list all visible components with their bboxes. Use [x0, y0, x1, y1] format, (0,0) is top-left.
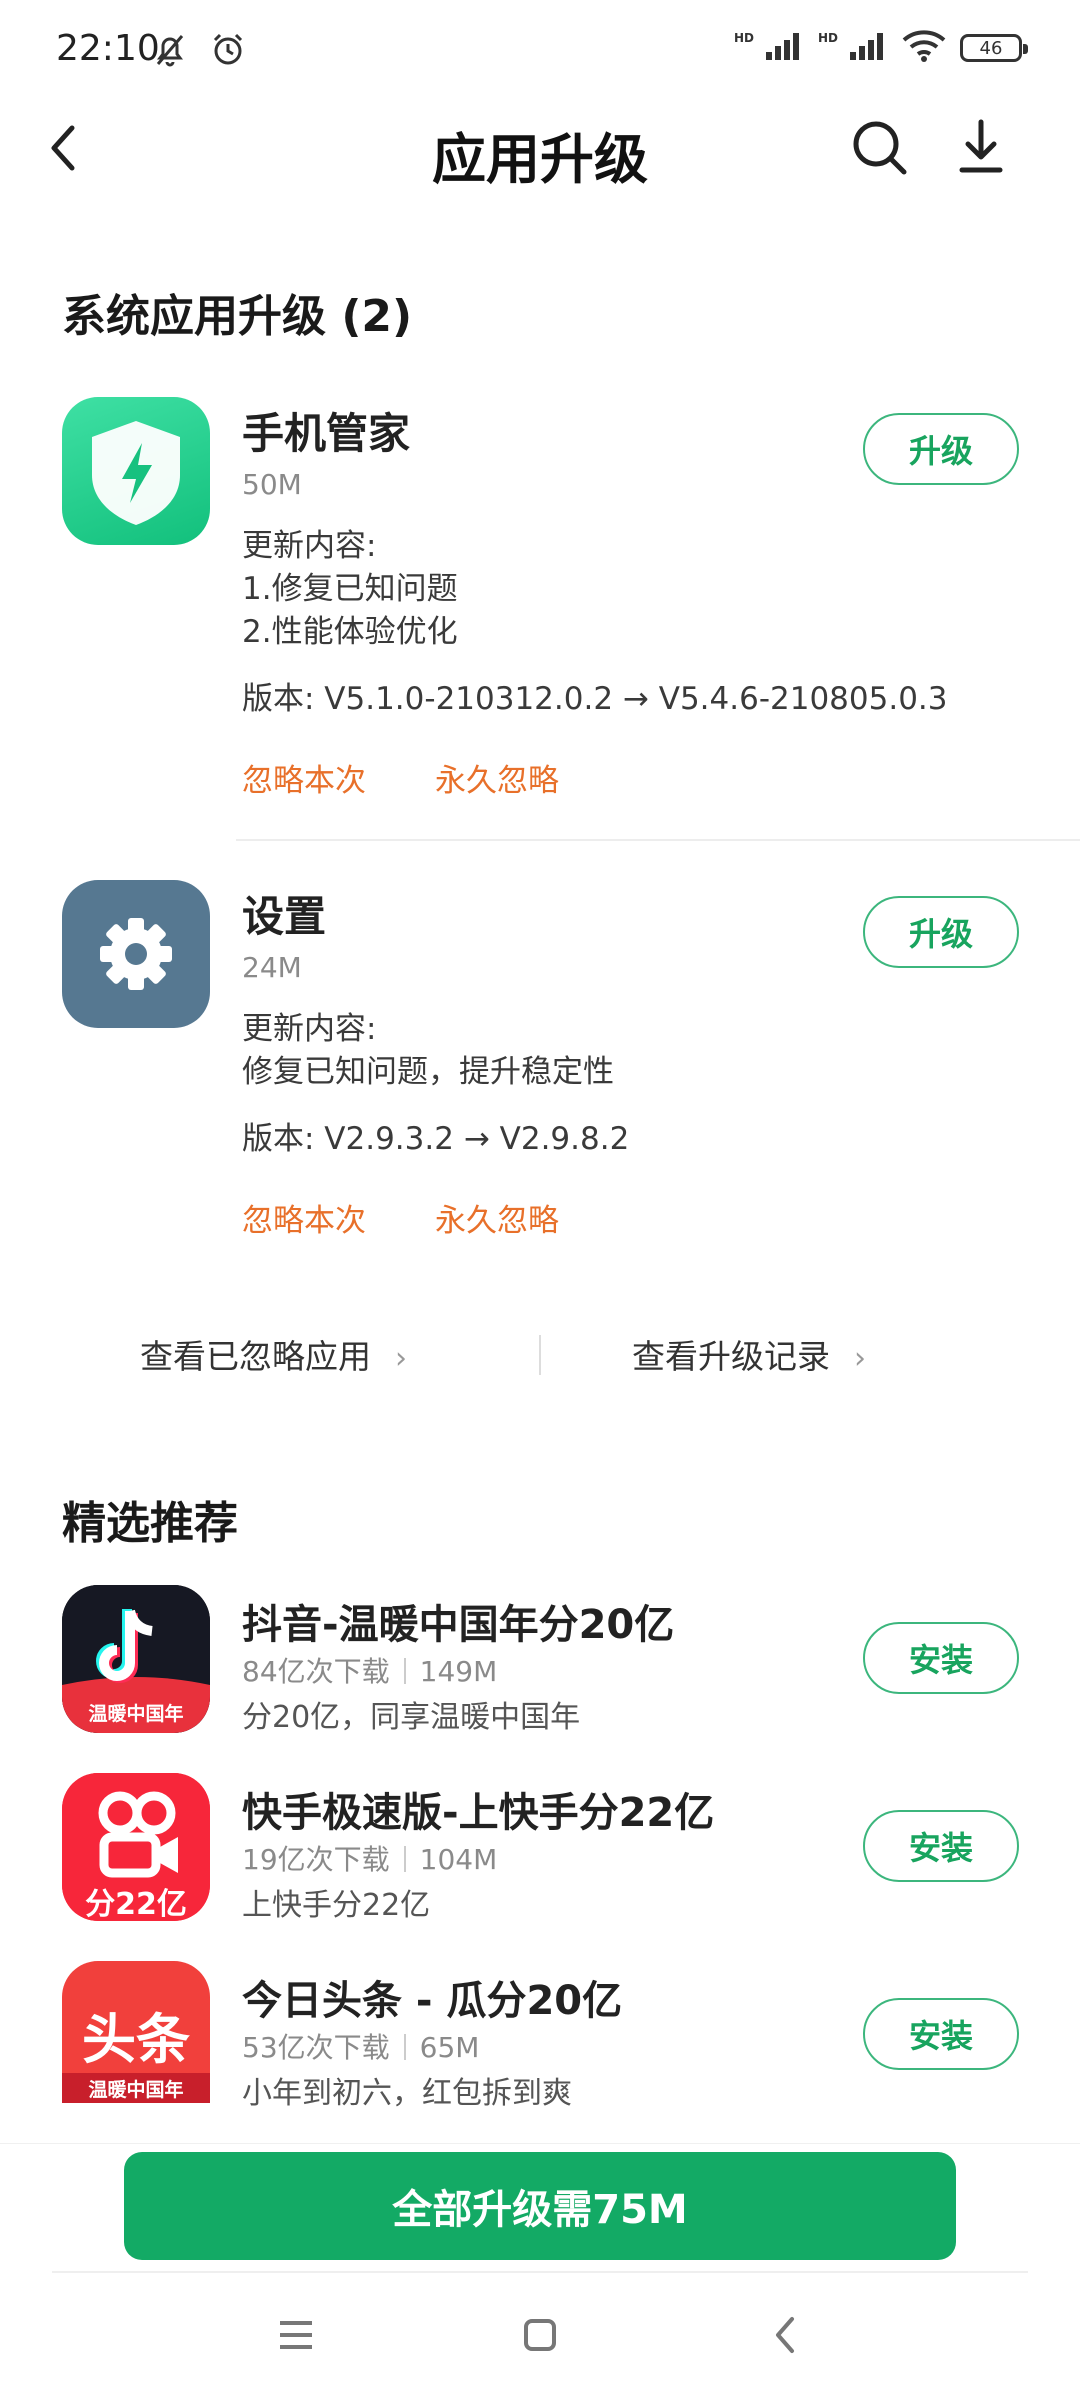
hd-tag-1: HD [733, 31, 754, 45]
changelog: 更新内容: 修复已知问题，提升稳定性 [242, 1008, 614, 1094]
version-info: 版本: V2.9.3.2 → V2.9.8.2 [242, 1121, 630, 1157]
ignore-forever-link[interactable]: 永久忽略 [435, 1195, 559, 1240]
icon-caption: 温暖中国年 [88, 1703, 184, 1725]
icon-caption: 分22亿 [85, 1887, 187, 1921]
home-button[interactable] [510, 2305, 570, 2365]
view-ignored-apps-link[interactable]: 查看已忽略应用 › [140, 1330, 407, 1378]
install-button[interactable]: 安装 [863, 1622, 1019, 1694]
rec-app-meta: 53亿次下载 65M [242, 2026, 479, 2066]
recents-button[interactable] [266, 2305, 326, 2365]
app-name: 设置 [242, 892, 327, 941]
version-info: 版本: V5.1.0-210312.0.2 → V5.4.6-210805.0.… [242, 681, 948, 717]
chevron-right-icon: › [395, 1341, 407, 1376]
changelog-line: 修复已知问题，提升稳定性 [242, 1054, 614, 1090]
page-title: 应用升级 [432, 128, 648, 191]
recommend-section-title: 精选推荐 [62, 1498, 238, 1549]
download-manager-button[interactable] [950, 116, 1012, 178]
back-arrow-icon [776, 2317, 794, 2353]
app-name: 手机管家 [242, 409, 411, 458]
hd-tag-2: HD [817, 31, 838, 45]
rec-app-desc: 分20亿，同享温暖中国年 [242, 1700, 581, 1735]
search-icon [853, 121, 907, 175]
app-size: 104M [419, 1843, 498, 1876]
install-button[interactable]: 安装 [863, 1998, 1019, 2070]
menu-icon [280, 2321, 312, 2349]
rec-app-name: 今日头条 - 瓜分20亿 [242, 1978, 623, 2024]
app-icon-security [62, 397, 210, 545]
battery-icon: 46 [960, 34, 1028, 62]
signal-icon-1 [764, 30, 804, 66]
view-upgrade-history-link[interactable]: 查看升级记录 › [632, 1330, 866, 1378]
app-icon-settings [62, 880, 210, 1028]
wifi-icon [902, 30, 946, 66]
changelog-title: 更新内容: [242, 1011, 377, 1047]
view-upgrade-history-label: 查看升级记录 [632, 1337, 830, 1376]
system-section-title: 系统应用升级 (2) [62, 291, 413, 342]
app-icon-kuaishou: 分22亿 [62, 1773, 210, 1921]
download-count: 19亿次下载 [242, 1843, 390, 1876]
rec-app-meta: 19亿次下载 104M [242, 1838, 497, 1878]
icon-caption: 温暖中国年 [88, 2079, 184, 2101]
search-button[interactable] [848, 116, 910, 178]
mute-bell-icon [150, 30, 190, 74]
ignore-forever-link[interactable]: 永久忽略 [435, 755, 559, 800]
upgrade-button[interactable]: 升级 [863, 896, 1019, 968]
install-button[interactable]: 安装 [863, 1810, 1019, 1882]
changelog: 更新内容: 1.修复已知问题 2.性能体验优化 [242, 525, 458, 654]
app-icon-douyin: 温暖中国年 [62, 1585, 210, 1733]
icon-text: 头条 [82, 2008, 190, 2071]
changelog-title: 更新内容: [242, 528, 377, 564]
changelog-line: 2.性能体验优化 [242, 614, 458, 650]
app-icon-toutiao: 头条 温暖中国年 [62, 1961, 210, 2103]
status-bar: 22:10 HD HD 46 [0, 0, 1080, 100]
download-count: 53亿次下载 [242, 2031, 390, 2064]
view-ignored-apps-label: 查看已忽略应用 [140, 1337, 371, 1376]
status-time: 22:10 [56, 28, 160, 69]
divider [236, 839, 1080, 841]
rec-app-desc: 上快手分22亿 [242, 1888, 431, 1923]
app-size: 149M [419, 1655, 498, 1688]
rec-app-name: 快手极速版-上快手分22亿 [242, 1790, 715, 1836]
gear-icon [100, 918, 172, 990]
app-size: 24M [242, 951, 302, 984]
rec-app-name: 抖音-温暖中国年分20亿 [242, 1602, 675, 1648]
upgrade-all-button[interactable]: 全部升级需75M [124, 2152, 956, 2260]
app-size: 50M [242, 468, 302, 501]
nav-divider [52, 2271, 1028, 2273]
upgrade-button[interactable]: 升级 [863, 413, 1019, 485]
shield-lightning-icon [92, 421, 180, 525]
link-separator [539, 1335, 541, 1375]
download-count: 84亿次下载 [242, 1655, 390, 1688]
rec-app-meta: 84亿次下载 149M [242, 1650, 497, 1690]
alarm-icon [208, 30, 248, 74]
app-size: 65M [419, 2031, 480, 2064]
ignore-once-link[interactable]: 忽略本次 [242, 755, 366, 800]
ignore-once-link[interactable]: 忽略本次 [242, 1195, 366, 1240]
square-icon [524, 2319, 556, 2351]
download-icon [959, 119, 1003, 173]
rec-app-desc: 小年到初六，红包拆到爽 [242, 2076, 572, 2111]
chevron-right-icon: › [854, 1341, 866, 1376]
signal-icon-2 [848, 30, 888, 66]
changelog-line: 1.修复已知问题 [242, 571, 458, 607]
nav-back-button[interactable] [756, 2305, 816, 2365]
